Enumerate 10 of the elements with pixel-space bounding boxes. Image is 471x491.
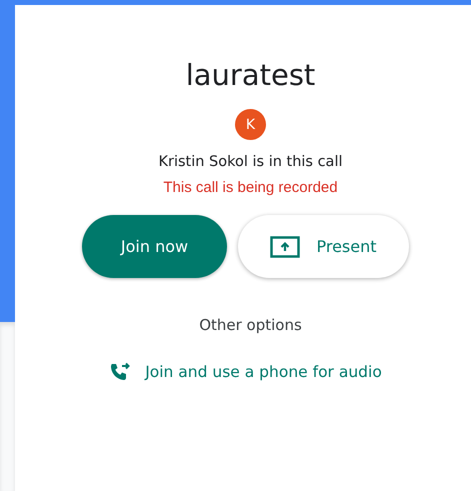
participant-status: Kristin Sokol is in this call (158, 153, 343, 172)
other-options-heading: Other options (199, 315, 302, 335)
recording-notice: This call is being recorded (163, 178, 338, 198)
phone-audio-link[interactable]: Join and use a phone for audio (109, 362, 382, 382)
present-icon (270, 236, 300, 258)
present-button[interactable]: Present (238, 215, 409, 278)
phone-forward-icon (109, 362, 132, 382)
meeting-title: lauratest (186, 57, 316, 94)
avatar: K (235, 109, 266, 140)
join-now-button[interactable]: Join now (82, 215, 227, 278)
